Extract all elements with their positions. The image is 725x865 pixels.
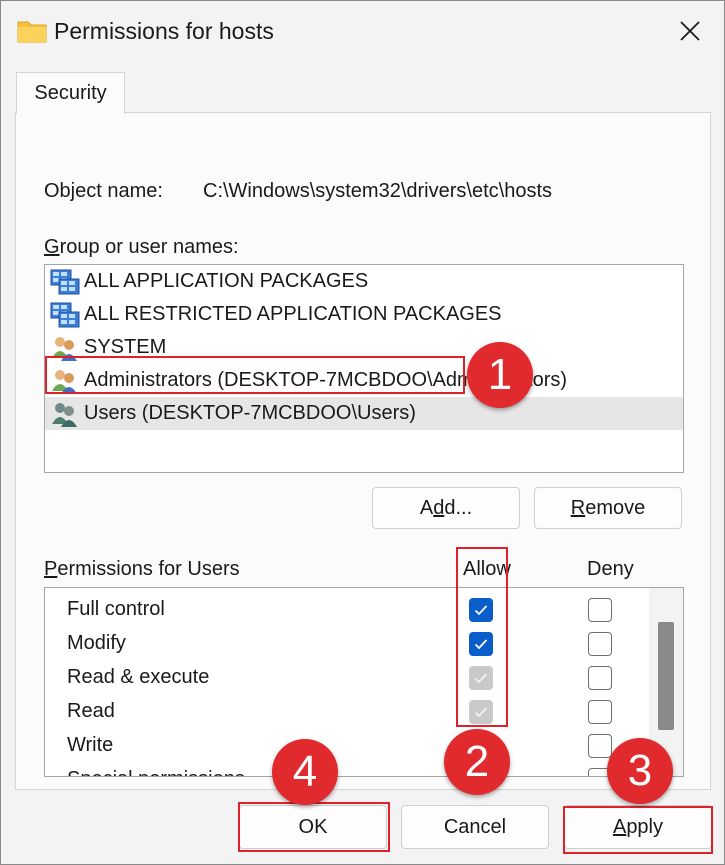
list-item-users[interactable]: Users (DESKTOP-7MCBDOO\Users) [45,397,683,430]
step-badge-3: 3 [607,738,673,804]
list-item-label: ALL APPLICATION PACKAGES [84,270,369,292]
deny-column-header: Deny [587,558,634,580]
deny-checkbox[interactable] [588,598,612,622]
allow-checkbox[interactable] [469,632,493,656]
permission-row: Read & execute [45,661,650,695]
permission-name: Full control [67,598,165,620]
deny-checkbox[interactable] [588,734,612,758]
permission-row: Modify [45,627,650,661]
scroll-thumb[interactable] [658,622,674,730]
permission-row: Write [45,729,650,763]
permission-name: Modify [67,632,126,654]
permission-name: Read [67,700,115,722]
users-icon [52,369,77,394]
window-title: Permissions for hosts [54,18,274,44]
deny-checkbox[interactable] [588,700,612,724]
list-item-all-application-packages[interactable]: ALL APPLICATION PACKAGES [45,265,683,298]
users-icon [52,336,77,361]
list-item-administrators[interactable]: Administrators (DESKTOP-7MCBDOO\Administ… [45,364,683,397]
permission-name: Special permissions [67,768,245,776]
close-icon [680,21,700,41]
security-panel: Object name: C:\Windows\system32\drivers… [15,112,711,790]
permissions-dialog: Permissions for hosts Security Object na… [0,0,725,865]
permission-row: Full control [45,593,650,627]
cancel-button[interactable]: Cancel [401,805,549,849]
allow-checkbox[interactable] [469,598,493,622]
permissions-for-label: Permissions for Users [44,558,240,580]
allow-column-header: Allow [463,558,511,580]
list-item-label: Users (DESKTOP-7MCBDOO\Users) [84,402,416,424]
list-item-all-restricted-application-packages[interactable]: ALL RESTRICTED APPLICATION PACKAGES [45,298,683,331]
package-group-icon [50,302,80,327]
add-button[interactable]: Ad d... [372,487,520,529]
allow-checkbox[interactable] [469,666,493,690]
list-item-label: ALL RESTRICTED APPLICATION PACKAGES [84,303,502,325]
dialog-footer: OK Cancel Apply [1,790,724,864]
list-item-system[interactable]: SYSTEM [45,331,683,364]
step-badge-2: 2 [444,729,510,795]
group-names-label: Group or user names: [44,236,239,258]
permissions-list: Full control Modify Read & execute Read [44,587,684,777]
users-icon [52,402,77,427]
object-name-value: C:\Windows\system32\drivers\etc\hosts [203,180,552,202]
deny-checkbox[interactable] [588,632,612,656]
apply-button[interactable]: Apply [564,805,712,849]
object-name-label: Object name: [44,180,163,202]
folder-icon [17,21,47,43]
list-item-label: SYSTEM [84,336,167,358]
permission-row: Read [45,695,650,729]
permission-row: Special permissions [45,763,650,776]
title-bar: Permissions for hosts [1,1,724,63]
dialog-content: Security Object name: C:\Windows\system3… [15,72,711,790]
step-badge-4: 4 [272,739,338,805]
step-badge-1: 1 [467,342,533,408]
allow-checkbox[interactable] [469,700,493,724]
remove-button[interactable]: Remove [534,487,682,529]
group-user-list[interactable]: ALL APPLICATION PACKAGES ALL RESTRICTED … [44,264,684,473]
permission-name: Write [67,734,114,756]
permission-name: Read & execute [67,666,210,688]
tab-security[interactable]: Security [16,72,125,114]
close-button[interactable] [666,9,714,53]
deny-checkbox[interactable] [588,666,612,690]
package-group-icon [50,269,80,294]
ok-button[interactable]: OK [239,805,387,849]
